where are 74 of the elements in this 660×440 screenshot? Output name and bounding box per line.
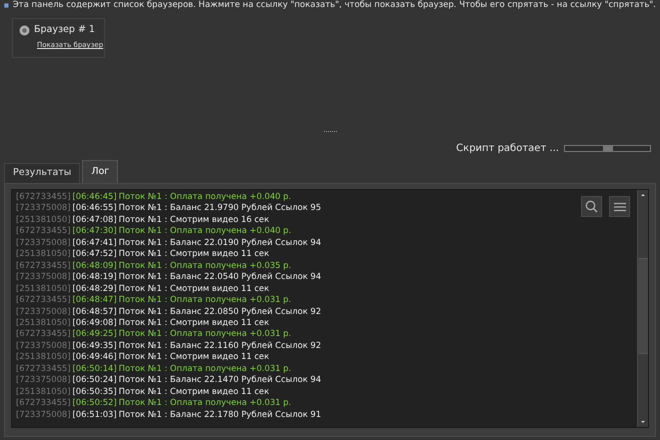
log-time: [06:49:46]: [72, 351, 117, 363]
log-id: [672733455]: [16, 328, 70, 340]
tab[interactable]: Результаты: [4, 163, 80, 183]
log-time: [06:47:41]: [72, 236, 117, 248]
log-message: Поток №1 : Оплата получена +0.031 р.: [118, 362, 292, 374]
log-id: [672733455]: [16, 225, 70, 237]
menu-icon: [614, 202, 626, 212]
log-message: Поток №1 : Смотрим видео 16 сек: [118, 214, 270, 226]
log-id: [251381050]: [16, 248, 70, 260]
log-time: [06:49:25]: [72, 328, 117, 340]
log-time: [06:47:52]: [72, 248, 117, 260]
info-icon: [4, 1, 9, 10]
log-time: [06:50:35]: [72, 386, 117, 398]
log-id: [672733455]: [16, 397, 70, 409]
log-id: [251381050]: [16, 386, 70, 398]
log-time: [06:51:03]: [72, 408, 117, 420]
log-time: [06:48:09]: [72, 260, 117, 272]
log-message: Поток №1 : Оплата получена +0.031 р.: [118, 294, 292, 306]
log-time: [06:48:19]: [72, 271, 117, 283]
log-id: [672733455]: [16, 191, 70, 202]
scrollbar[interactable]: [637, 190, 648, 427]
log-id: [723375008]: [16, 236, 70, 248]
log-id: [723375008]: [16, 271, 70, 283]
log-time: [06:47:30]: [72, 225, 117, 237]
log-id: [723375008]: [16, 340, 70, 352]
log-id: [251381050]: [16, 351, 70, 363]
log-message: Поток №1 : Оплата получена +0.040 р.: [118, 225, 292, 237]
log-message: Поток №1 : Оплата получена +0.035 р.: [118, 260, 292, 272]
log-message: Поток №1 : Смотрим видео 11 сек: [118, 316, 270, 328]
log-message: Поток №1 : Смотрим видео 11 сек: [118, 248, 270, 260]
log-message: Поток №1 : Баланс 21.9790 Рублей Ссылок 95: [118, 202, 322, 214]
log-message: Поток №1 : Оплата получена +0.040 р.: [118, 191, 292, 202]
log-message: Поток №1 : Смотрим видео 11 сек: [118, 282, 270, 294]
log-message: Поток №1 : Баланс 22.0190 Рублей Ссылок 94: [118, 236, 322, 248]
log-id: [672733455]: [16, 294, 70, 306]
menu-button[interactable]: [609, 196, 630, 217]
log-time: [06:47:08]: [72, 214, 117, 226]
log-message: Поток №1 : Смотрим видео 11 сек: [118, 351, 270, 363]
log-time: [06:48:29]: [72, 282, 117, 294]
log-time: [06:49:35]: [72, 340, 117, 352]
log-time: [06:46:45]: [72, 191, 117, 202]
log-time: [06:50:24]: [72, 374, 117, 386]
log-time: [06:46:55]: [72, 202, 117, 214]
log-id: [251381050]: [16, 282, 70, 294]
globe-icon: [19, 24, 30, 36]
log-id: [723375008]: [16, 408, 70, 420]
status-text: Скрипт работает ...: [456, 142, 559, 156]
tab[interactable]: Лог: [82, 160, 118, 183]
log-id: [672733455]: [16, 260, 70, 272]
log-message: Поток №1 : Баланс 22.1470 Рублей Ссылок 94: [118, 374, 322, 386]
info-text: Эта панель содержит список браузеров. Нажмите на ссылку "показать", чтобы показать браузер. Чтобы его спрятать - на ссылку "спрятать".: [12, 0, 656, 11]
search-icon: [585, 200, 598, 213]
log-id: [672733455]: [16, 362, 70, 374]
log-id: [723375008]: [16, 374, 70, 386]
log-time: [06:48:47]: [72, 294, 117, 306]
log-time: [06:50:14]: [72, 362, 117, 374]
splitter-handle[interactable]: [324, 131, 336, 133]
log-message: Поток №1 : Оплата получена +0.031 р.: [118, 328, 292, 340]
log-id: [723375008]: [16, 306, 70, 317]
log-message: Поток №1 : Баланс 22.0850 Рублей Ссылок 92: [118, 306, 322, 317]
scrollbar-thumb[interactable]: [638, 258, 648, 354]
log-message: Поток №1 : Смотрим видео 11 сек: [118, 386, 270, 398]
log-message: Поток №1 : Баланс 22.0540 Рублей Ссылок 94: [118, 271, 322, 283]
log-time: [06:49:08]: [72, 316, 117, 328]
log-id: [251381050]: [16, 316, 70, 328]
search-button[interactable]: [581, 196, 602, 217]
log-id: [251381050]: [16, 214, 70, 226]
log-message: Поток №1 : Баланс 22.1780 Рублей Ссылок 91: [118, 408, 322, 420]
log-id: [723375008]: [16, 202, 70, 214]
log-message: Поток №1 : Баланс 22.1160 Рублей Ссылок 92: [118, 340, 322, 352]
browser-title: Браузер # 1: [34, 23, 95, 37]
log-time: [06:48:57]: [72, 306, 117, 317]
log-time: [06:50:52]: [72, 397, 117, 409]
log-message: Поток №1 : Оплата получена +0.031 р.: [118, 397, 292, 409]
